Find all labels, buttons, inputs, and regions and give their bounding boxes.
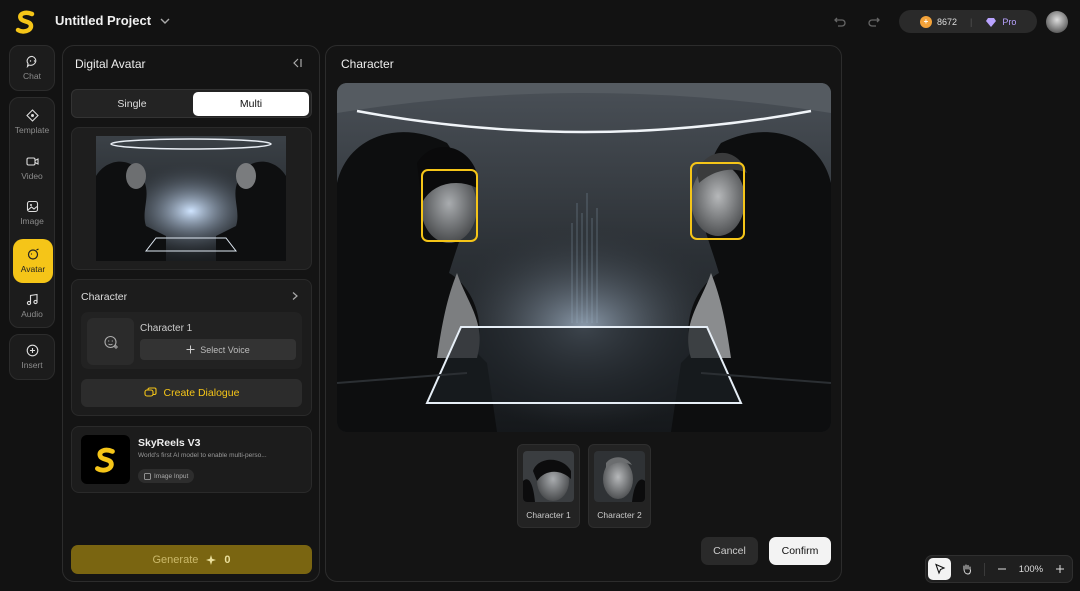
rail-item-label: Image — [20, 216, 44, 226]
logo-icon[interactable] — [12, 8, 40, 36]
rail-item-image[interactable]: Image — [10, 191, 54, 235]
character-thumb-1[interactable]: Character 1 — [517, 444, 580, 528]
template-icon — [25, 109, 39, 122]
character-row: Character 1 Select Voice — [81, 312, 302, 369]
generate-button[interactable]: Generate 0 — [71, 545, 312, 574]
character-stage — [337, 83, 831, 432]
chevron-right-icon[interactable] — [290, 291, 300, 301]
dialogue-icon — [143, 387, 157, 397]
character-thumb-label: Character 1 — [526, 510, 571, 520]
cursor-icon — [934, 563, 946, 575]
model-name: SkyReels V3 — [138, 437, 201, 449]
plus-circle-icon — [26, 344, 38, 357]
image-icon — [144, 472, 151, 480]
chevron-down-icon — [160, 18, 170, 24]
rail-item-avatar[interactable]: Avatar — [13, 239, 53, 283]
rail-item-template[interactable]: Template — [10, 100, 54, 144]
canvas-toolbar: 100% — [925, 555, 1073, 583]
project-title: Untitled Project — [55, 13, 152, 28]
rail-group-chat: Chat — [9, 45, 55, 91]
rail-item-label: Chat — [23, 71, 41, 81]
redo-icon[interactable] — [867, 14, 881, 28]
coin-icon: + — [920, 15, 932, 28]
model-logo — [81, 435, 130, 484]
rail-item-label: Insert — [21, 360, 43, 370]
zoom-level: 100% — [1018, 563, 1044, 575]
zoom-in-button[interactable] — [1049, 558, 1072, 580]
rail-item-label: Audio — [21, 309, 43, 319]
toolbar-divider — [983, 562, 985, 576]
plan-label: Pro — [1002, 16, 1017, 27]
character-panel: Character Character 1 Character 2 Cancel… — [325, 45, 842, 582]
rail-group-tools: Template Video Image Avatar Audio — [9, 97, 55, 328]
character-section: Character Character 1 Select Voice Creat… — [71, 279, 312, 416]
digital-avatar-panel: Digital Avatar Single Multi Character Ch… — [62, 45, 320, 582]
tab-multi[interactable]: Multi — [193, 92, 309, 116]
face-add-icon — [103, 335, 118, 349]
plus-icon — [1056, 565, 1065, 573]
cancel-button[interactable]: Cancel — [701, 537, 758, 565]
character-section-title: Character — [81, 291, 128, 303]
create-dialogue-button[interactable]: Create Dialogue — [81, 379, 302, 407]
model-description: World's first AI model to enable multi-p… — [138, 452, 267, 459]
scene-preview-image — [96, 136, 286, 261]
character-name: Character 1 — [140, 323, 193, 334]
character-thumb-image — [594, 451, 645, 502]
panel-title: Character — [341, 57, 394, 71]
model-tag-label: Image Input — [154, 472, 189, 480]
rail-item-audio[interactable]: Audio — [10, 284, 54, 328]
rail-group-insert: Insert — [9, 334, 55, 380]
hand-tool-button[interactable] — [955, 558, 978, 580]
face-box-character-1[interactable] — [421, 169, 478, 242]
create-dialogue-label: Create Dialogue — [163, 387, 240, 399]
rail-item-insert[interactable]: Insert — [10, 335, 54, 379]
credits-count: 8672 — [937, 16, 958, 27]
select-voice-label: Select Voice — [200, 344, 250, 355]
image-icon — [26, 200, 38, 213]
project-title-dropdown[interactable]: Untitled Project — [55, 13, 171, 28]
stage-image — [337, 83, 831, 432]
chat-icon — [26, 55, 36, 68]
audio-icon — [26, 293, 38, 306]
undo-icon[interactable] — [833, 14, 847, 28]
scene-preview[interactable] — [71, 127, 312, 270]
collapse-panel-icon[interactable] — [291, 57, 303, 69]
rail-item-label: Video — [21, 171, 43, 181]
video-icon — [25, 157, 39, 166]
logo-icon — [94, 447, 115, 472]
rail-item-label: Avatar — [20, 264, 46, 274]
top-bar: Untitled Project + 8672 | Pro — [0, 0, 1080, 44]
generate-cost: 0 — [224, 553, 231, 566]
minus-icon — [997, 568, 1006, 570]
face-box-character-2[interactable] — [690, 162, 745, 240]
rail-item-chat[interactable]: Chat — [10, 46, 54, 90]
generate-label: Generate — [152, 553, 199, 566]
avatar[interactable] — [1046, 11, 1068, 33]
plus-icon — [186, 345, 195, 354]
select-tool-button[interactable] — [928, 558, 952, 580]
credits-badge[interactable]: + 8672 | Pro — [899, 10, 1037, 33]
model-tag: Image Input — [138, 469, 195, 483]
tab-single[interactable]: Single — [74, 92, 190, 116]
sparkle-icon — [206, 554, 217, 565]
confirm-button[interactable]: Confirm — [769, 537, 831, 565]
select-voice-button[interactable]: Select Voice — [140, 339, 296, 360]
hand-icon — [963, 564, 972, 575]
model-card[interactable]: SkyReels V3 World's first AI model to en… — [71, 426, 312, 493]
add-face-button[interactable] — [87, 318, 134, 365]
avatar-icon — [27, 248, 39, 260]
rail-item-video[interactable]: Video — [10, 146, 54, 190]
character-thumb-label: Character 2 — [597, 510, 642, 520]
character-thumb-image — [523, 451, 574, 502]
zoom-out-button[interactable] — [990, 558, 1013, 580]
rail-item-label: Template — [14, 125, 50, 135]
character-thumb-2[interactable]: Character 2 — [588, 444, 651, 528]
mode-switch: Single Multi — [71, 89, 312, 118]
panel-title: Digital Avatar — [75, 57, 146, 71]
diamond-icon — [986, 17, 997, 27]
credits-divider: | — [970, 16, 973, 27]
